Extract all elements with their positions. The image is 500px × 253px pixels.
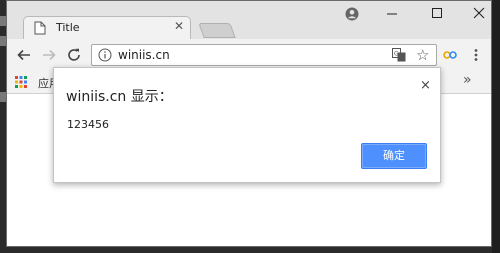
dialog-message: 123456: [67, 118, 109, 131]
desktop-edge: [492, 0, 500, 253]
url-text[interactable]: winiis.cn: [118, 48, 170, 62]
bookmarks-overflow-icon[interactable]: »: [463, 72, 472, 88]
new-tab-button[interactable]: [198, 23, 236, 38]
alert-dialog: winiis.cn 显示： × 123456 确定: [53, 67, 441, 183]
profile-icon[interactable]: [345, 7, 359, 21]
minimize-icon[interactable]: [380, 5, 404, 21]
extension-icon[interactable]: [443, 51, 457, 59]
title-bar: Title ✕: [7, 1, 491, 39]
reload-icon[interactable]: [65, 46, 83, 64]
apps-grid-icon[interactable]: [15, 76, 27, 88]
bookmark-star-icon[interactable]: ☆: [416, 46, 429, 64]
dialog-title: winiis.cn 显示：: [66, 89, 173, 105]
svg-text:G: G: [394, 51, 399, 58]
tab-active[interactable]: Title ✕: [23, 16, 191, 39]
forward-arrow-icon[interactable]: [40, 46, 58, 64]
info-icon[interactable]: [98, 48, 112, 62]
menu-icon[interactable]: [469, 48, 483, 62]
address-bar[interactable]: winiis.cn G ☆: [91, 44, 437, 66]
dialog-close-icon[interactable]: ×: [420, 78, 431, 93]
translate-icon[interactable]: G: [392, 48, 406, 62]
back-arrow-icon[interactable]: [15, 46, 33, 64]
maximize-icon[interactable]: [425, 5, 449, 21]
tab-close-icon[interactable]: ✕: [174, 19, 184, 33]
close-window-icon[interactable]: [467, 5, 491, 21]
page-icon: [34, 21, 46, 35]
ok-button[interactable]: 确定: [361, 143, 427, 169]
tab-title: Title: [56, 21, 80, 34]
